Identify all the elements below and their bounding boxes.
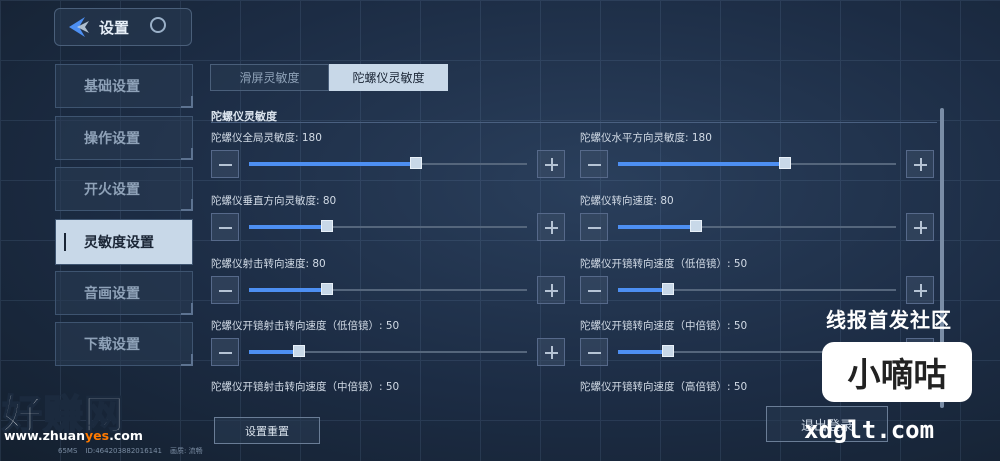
- section-divider: [211, 122, 937, 123]
- quality-text: 画质: 流畅: [170, 447, 203, 455]
- reset-settings-button[interactable]: 设置重置: [214, 417, 320, 444]
- setting-label: 陀螺仪垂直方向灵敏度: 80: [211, 195, 337, 207]
- corner-decoration: [181, 302, 193, 315]
- corner-decoration: [181, 147, 193, 160]
- increase-button[interactable]: [906, 150, 934, 178]
- setting-gyro-scope-low: 陀螺仪开镜转向速度（低倍镜）: 50: [580, 256, 936, 304]
- increase-button[interactable]: [537, 213, 565, 241]
- setting-gyro-horizontal: 陀螺仪水平方向灵敏度: 180: [580, 130, 936, 178]
- slider-row: [211, 150, 567, 180]
- setting-label: 陀螺仪全局灵敏度: 180: [211, 132, 322, 144]
- slider-track[interactable]: [249, 220, 527, 232]
- setting-gyro-scope-fire-low: 陀螺仪开镜射击转向速度（低倍镜）: 50: [211, 318, 567, 366]
- slider-row: [211, 213, 567, 243]
- sidebar-item-audio-video[interactable]: 音画设置: [55, 270, 193, 315]
- status-bar: 65MS ID:464203882016141 画质: 流畅: [58, 446, 211, 456]
- sidebar-item-sensitivity[interactable]: 灵敏度设置: [55, 218, 193, 265]
- tab-bar: 滑屏灵敏度 陀螺仪灵敏度: [210, 64, 448, 91]
- slider-row: [580, 213, 936, 243]
- sidebar-item-basic[interactable]: 基础设置: [55, 64, 193, 108]
- slider-fill: [249, 350, 300, 354]
- slider-thumb[interactable]: [293, 345, 306, 357]
- setting-gyro-global: 陀螺仪全局灵敏度: 180: [211, 130, 567, 178]
- setting-label: 陀螺仪开镜射击转向速度（中倍镜）: 50: [211, 381, 400, 393]
- setting-gyro-vertical: 陀螺仪垂直方向灵敏度: 80: [211, 193, 567, 241]
- sidebar-item-label: 操作设置: [84, 130, 140, 147]
- watermark-url-highlight: yes: [85, 428, 110, 443]
- top-bar: 设置: [54, 8, 192, 46]
- sidebar-item-controls[interactable]: 操作设置: [55, 115, 193, 160]
- watermark-url-prefix: www.zhuan: [4, 428, 85, 443]
- increase-button[interactable]: [537, 276, 565, 304]
- sidebar-item-label: 基础设置: [84, 79, 140, 95]
- watermark-left-url: www.zhuanyes.com: [4, 428, 143, 443]
- sidebar-item-label: 下载设置: [84, 337, 140, 353]
- slider-fill: [249, 225, 327, 229]
- slider-thumb[interactable]: [662, 345, 675, 357]
- slider-thumb[interactable]: [320, 283, 333, 295]
- slider-thumb[interactable]: [320, 220, 333, 232]
- slider-fill: [618, 288, 669, 292]
- slider-fill: [618, 350, 669, 354]
- slider-row: [211, 338, 567, 368]
- setting-label: 陀螺仪射击转向速度: 80: [211, 258, 326, 270]
- decrease-button[interactable]: [580, 338, 608, 366]
- slider-track[interactable]: [249, 283, 527, 295]
- watermark-url-suffix: .com: [109, 428, 143, 443]
- setting-label: 陀螺仪转向速度: 80: [580, 195, 674, 207]
- decrease-button[interactable]: [211, 213, 239, 241]
- slider-row: [211, 276, 567, 306]
- increase-button[interactable]: [906, 213, 934, 241]
- sidebar-item-label: 开火设置: [84, 182, 140, 198]
- watermark-right-title: 线报首发社区: [826, 308, 952, 332]
- sidebar-item-fire[interactable]: 开火设置: [55, 167, 193, 211]
- increase-button[interactable]: [906, 276, 934, 304]
- watermark-domain: xdglt.com: [804, 416, 935, 444]
- watermark-badge: 小嘀咕: [822, 342, 972, 402]
- increase-button[interactable]: [537, 338, 565, 366]
- decrease-button[interactable]: [211, 150, 239, 178]
- slider-fill: [249, 288, 327, 292]
- info-icon[interactable]: [150, 17, 166, 33]
- decrease-button[interactable]: [211, 338, 239, 366]
- back-arrow-icon[interactable]: [63, 12, 93, 42]
- page-title: 设置: [99, 18, 130, 37]
- slider-track[interactable]: [618, 157, 896, 169]
- setting-gyro-scope-fire-mid: 陀螺仪开镜射击转向速度（中倍镜）: 50: [211, 379, 567, 393]
- corner-decoration: [181, 96, 193, 108]
- decrease-button[interactable]: [580, 276, 608, 304]
- setting-gyro-turn-speed: 陀螺仪转向速度: 80: [580, 193, 936, 241]
- sidebar-item-download[interactable]: 下载设置: [55, 322, 193, 366]
- latency-text: 65MS: [58, 447, 78, 455]
- slider-thumb[interactable]: [662, 283, 675, 295]
- sidebar-item-label: 音画设置: [84, 285, 140, 302]
- corner-decoration: [181, 199, 193, 211]
- increase-button[interactable]: [537, 150, 565, 178]
- corner-decoration: [181, 354, 193, 366]
- setting-label: 陀螺仪开镜转向速度（低倍镜）: 50: [580, 258, 748, 270]
- slider-track[interactable]: [618, 220, 896, 232]
- tab-swipe-sensitivity[interactable]: 滑屏灵敏度: [210, 64, 329, 91]
- setting-gyro-fire-turn-speed: 陀螺仪射击转向速度: 80: [211, 256, 567, 304]
- slider-fill: [249, 162, 416, 166]
- slider-fill: [618, 162, 785, 166]
- sidebar: 基础设置 操作设置 开火设置 灵敏度设置 音画设置 下载设置: [55, 64, 193, 374]
- slider-track[interactable]: [249, 345, 527, 357]
- slider-track[interactable]: [249, 157, 527, 169]
- slider-row: [580, 276, 936, 306]
- setting-label: 陀螺仪水平方向灵敏度: 180: [580, 132, 712, 144]
- sidebar-item-label: 灵敏度设置: [84, 234, 154, 251]
- decrease-button[interactable]: [580, 213, 608, 241]
- slider-fill: [618, 225, 696, 229]
- player-id-text: ID:464203882016141: [85, 447, 163, 455]
- decrease-button[interactable]: [211, 276, 239, 304]
- tab-gyro-sensitivity[interactable]: 陀螺仪灵敏度: [329, 64, 448, 91]
- setting-label: 陀螺仪开镜射击转向速度（低倍镜）: 50: [211, 320, 400, 332]
- decrease-button[interactable]: [580, 150, 608, 178]
- slider-thumb[interactable]: [409, 157, 422, 169]
- slider-thumb[interactable]: [778, 157, 791, 169]
- slider-thumb[interactable]: [689, 220, 702, 232]
- slider-track[interactable]: [618, 283, 896, 295]
- slider-row: [580, 150, 936, 180]
